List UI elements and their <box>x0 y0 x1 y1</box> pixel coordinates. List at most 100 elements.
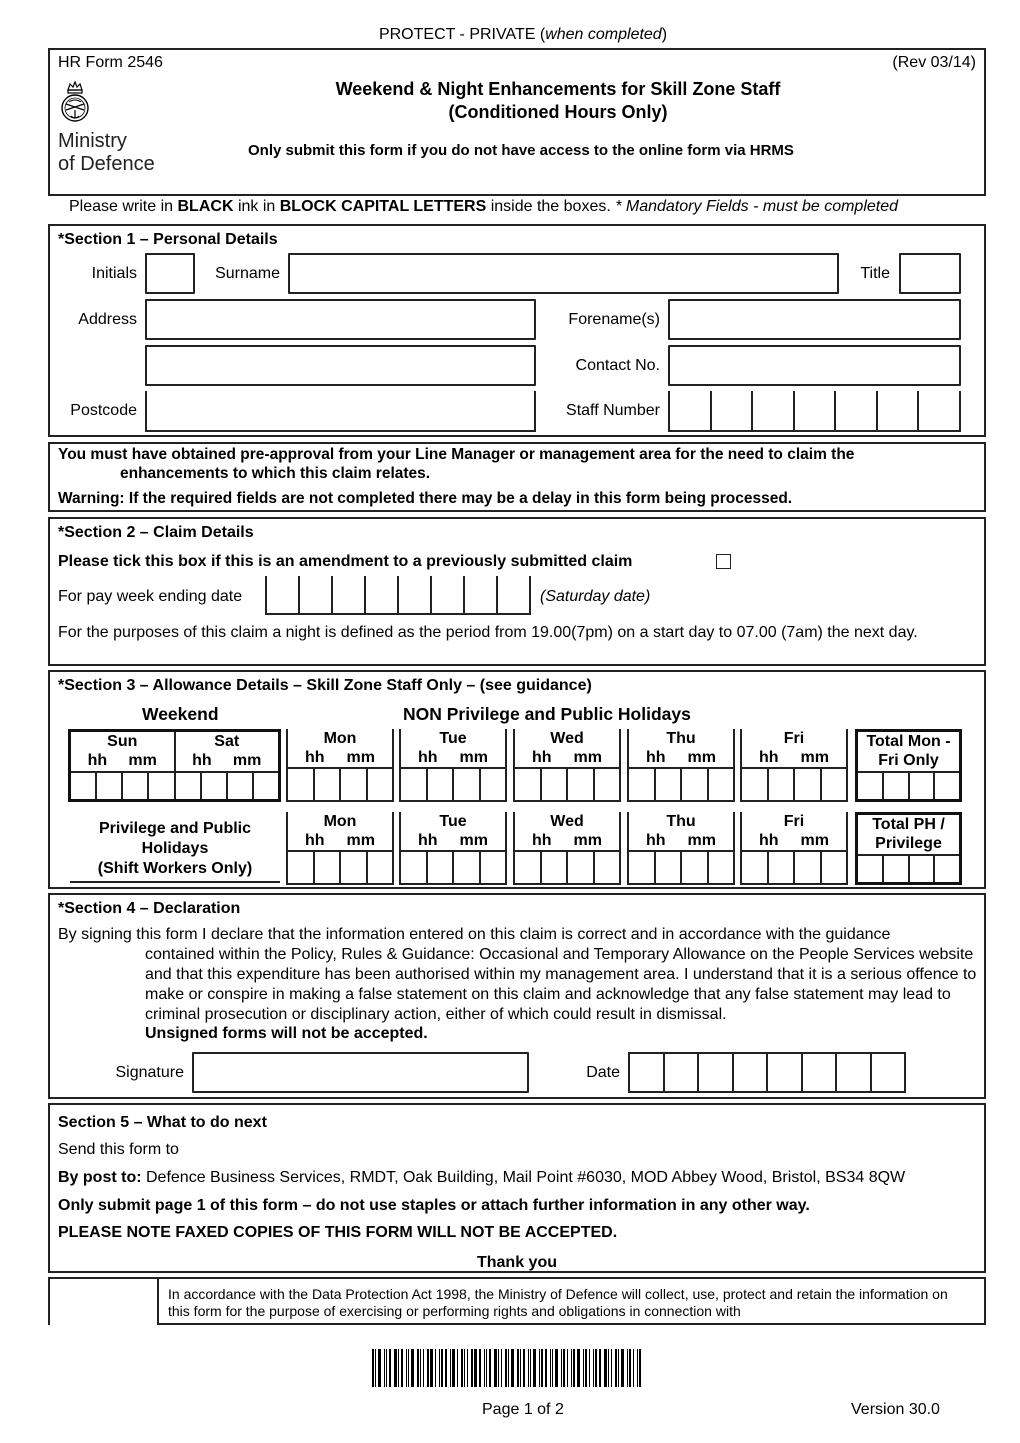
minute-cell[interactable] <box>566 769 593 800</box>
sun-hour-cell[interactable] <box>95 773 121 799</box>
hour-cell[interactable] <box>653 852 681 883</box>
pay-week-date-cells[interactable] <box>265 576 531 615</box>
barcode-bar <box>637 1349 638 1387</box>
minute-cell[interactable] <box>933 773 959 799</box>
saturday-hint: (Saturday date) <box>540 588 651 605</box>
hour-cell[interactable] <box>653 769 681 800</box>
minute-cell[interactable] <box>365 769 393 800</box>
staff-number-cell[interactable] <box>917 391 962 432</box>
date-cell[interactable] <box>731 1052 766 1093</box>
barcode-bar <box>599 1349 601 1387</box>
hour-cell[interactable] <box>425 769 453 800</box>
forenames-field[interactable] <box>668 299 961 340</box>
address-line2-field[interactable] <box>145 345 536 386</box>
minute-cell[interactable] <box>907 773 934 799</box>
non-privilege-mon-grid: Mon hh mm <box>286 729 394 802</box>
date-cell[interactable] <box>628 1052 663 1093</box>
minute-cell[interactable] <box>452 769 479 800</box>
hour-cell[interactable] <box>766 852 794 883</box>
hour-cell[interactable] <box>515 769 540 800</box>
sat-minute-cell[interactable] <box>225 773 252 799</box>
minute-cell[interactable] <box>452 852 479 883</box>
minute-cell[interactable] <box>365 852 393 883</box>
contact-number-field[interactable] <box>668 345 961 386</box>
pay-week-date-cell[interactable] <box>463 576 496 615</box>
sun-minute-cell[interactable] <box>147 773 173 799</box>
staff-number-cell[interactable] <box>834 391 876 432</box>
amendment-checkbox[interactable] <box>716 554 731 569</box>
title-field[interactable] <box>899 253 961 294</box>
pay-week-date-cell[interactable] <box>265 576 298 615</box>
hour-cell[interactable] <box>881 856 908 882</box>
hour-cell[interactable] <box>858 856 882 882</box>
minute-cell[interactable] <box>478 852 506 883</box>
date-cell[interactable] <box>800 1052 835 1093</box>
hour-cell[interactable] <box>766 769 794 800</box>
minute-cell[interactable] <box>566 852 593 883</box>
hour-cell[interactable] <box>629 769 654 800</box>
address-line1-field[interactable] <box>145 299 536 340</box>
staff-number-cell[interactable] <box>751 391 793 432</box>
minute-cell[interactable] <box>907 856 934 882</box>
pay-week-date-cell[interactable] <box>397 576 430 615</box>
hour-cell[interactable] <box>539 852 567 883</box>
pay-week-date-cell[interactable] <box>364 576 397 615</box>
declaration-date-cells[interactable] <box>628 1052 906 1093</box>
sat-hour-cell[interactable] <box>199 773 226 799</box>
staff-number-cells[interactable] <box>668 391 962 432</box>
hour-cell[interactable] <box>312 852 340 883</box>
hour-cell[interactable] <box>288 852 313 883</box>
pay-week-date-cell[interactable] <box>496 576 531 615</box>
minute-cell[interactable] <box>819 769 847 800</box>
minute-cell[interactable] <box>339 769 366 800</box>
staff-number-cell[interactable] <box>875 391 918 432</box>
date-cell[interactable] <box>869 1052 906 1093</box>
hour-cell[interactable] <box>401 769 426 800</box>
barcode-bar <box>406 1349 407 1387</box>
hour-cell[interactable] <box>515 852 540 883</box>
date-cell[interactable] <box>835 1052 870 1093</box>
staff-number-cell[interactable] <box>668 391 710 432</box>
hour-cell[interactable] <box>539 769 567 800</box>
minute-cell[interactable] <box>793 769 820 800</box>
minute-cell[interactable] <box>478 769 506 800</box>
postcode-field[interactable] <box>145 391 536 432</box>
pay-week-date-cell[interactable] <box>331 576 364 615</box>
hh-mm-labels: hh mm <box>532 832 602 849</box>
hour-cell[interactable] <box>742 852 767 883</box>
page-title: Weekend & Night Enhancements for Skill Z… <box>335 79 781 122</box>
signature-field[interactable] <box>192 1052 529 1093</box>
sat-minute-cell[interactable] <box>251 773 278 799</box>
date-cell[interactable] <box>662 1052 697 1093</box>
minute-cell[interactable] <box>706 852 734 883</box>
minute-cell[interactable] <box>933 856 959 882</box>
minute-cell[interactable] <box>819 852 847 883</box>
surname-field[interactable] <box>288 253 839 294</box>
non-privilege-thu-grid: Thu hh mm <box>627 729 735 802</box>
hour-cell[interactable] <box>288 769 313 800</box>
minute-cell[interactable] <box>592 852 620 883</box>
hour-cell[interactable] <box>425 852 453 883</box>
sun-minute-cell[interactable] <box>121 773 147 799</box>
sat-hour-cell[interactable] <box>176 773 200 799</box>
staff-number-cell[interactable] <box>792 391 835 432</box>
minute-cell[interactable] <box>592 769 620 800</box>
date-cell[interactable] <box>697 1052 732 1093</box>
minute-cell[interactable] <box>680 852 707 883</box>
pay-week-date-cell[interactable] <box>298 576 331 615</box>
date-cell[interactable] <box>766 1052 801 1093</box>
minute-cell[interactable] <box>793 852 820 883</box>
hour-cell[interactable] <box>312 769 340 800</box>
minute-cell[interactable] <box>680 769 707 800</box>
hour-cell[interactable] <box>881 773 908 799</box>
staff-number-cell[interactable] <box>709 391 752 432</box>
minute-cell[interactable] <box>706 769 734 800</box>
minute-cell[interactable] <box>339 852 366 883</box>
hour-cell[interactable] <box>858 773 882 799</box>
initials-field[interactable] <box>145 253 195 294</box>
pay-week-date-cell[interactable] <box>430 576 463 615</box>
hour-cell[interactable] <box>401 852 426 883</box>
hour-cell[interactable] <box>742 769 767 800</box>
sun-hour-cell[interactable] <box>71 773 95 799</box>
hour-cell[interactable] <box>629 852 654 883</box>
